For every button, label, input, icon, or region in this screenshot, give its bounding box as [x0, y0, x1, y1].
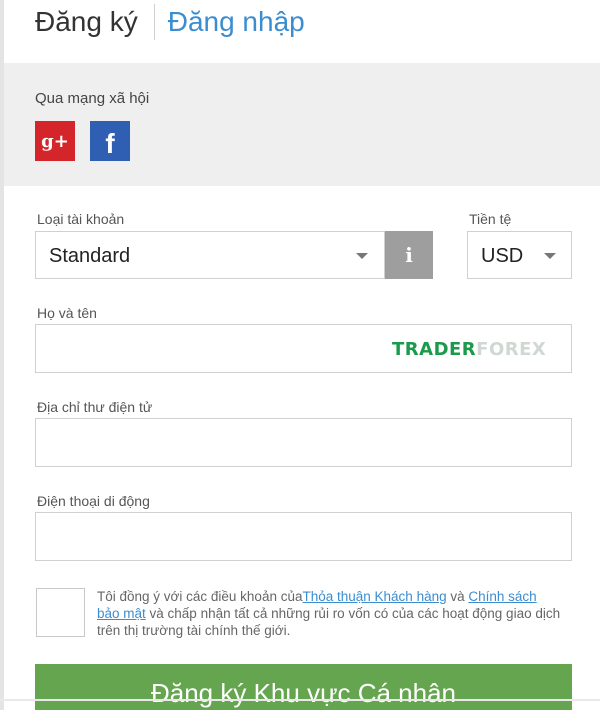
terms-text: Tôi đồng ý với các điều khoản củaThỏa th… — [97, 588, 562, 639]
currency-label: Tiền tệ — [469, 211, 512, 227]
terms-text-and: và — [446, 589, 469, 604]
account-type-value: Standard — [49, 245, 131, 267]
tab-login[interactable]: Đăng nhập — [168, 6, 305, 38]
google-plus-button[interactable]: g+ — [35, 121, 75, 161]
google-plus-icon: g+ — [41, 130, 69, 152]
terms-text-before: Tôi đồng ý với các điều khoản của — [97, 589, 303, 604]
email-field[interactable] — [35, 418, 572, 467]
tab-register[interactable]: Đăng ký — [35, 6, 138, 38]
facebook-button[interactable]: f — [90, 121, 130, 161]
info-button[interactable]: i — [385, 231, 433, 279]
email-label: Địa chỉ thư điện tử — [37, 399, 153, 415]
register-submit-button[interactable]: Đăng ký Khu vực Cá nhân — [35, 664, 572, 710]
social-login-section: Qua mạng xã hội g+ f — [4, 63, 600, 186]
full-name-label: Họ và tên — [37, 305, 97, 321]
auth-tabs: Đăng ký Đăng nhập — [35, 2, 305, 42]
customer-agreement-link[interactable]: Thỏa thuận Khách hàng — [302, 589, 446, 604]
account-type-label: Loại tài khoản — [37, 211, 125, 227]
watermark-part2: FOREX — [476, 339, 547, 360]
currency-select[interactable]: USD — [467, 231, 572, 279]
phone-label: Điện thoại di động — [37, 493, 150, 509]
bottom-divider — [0, 699, 600, 701]
chevron-down-icon — [544, 253, 556, 259]
social-label: Qua mạng xã hội — [35, 90, 150, 107]
watermark-logo: TRADERFOREX — [392, 339, 546, 360]
terms-text-after: và chấp nhận tất cả những rủi ro vốn có … — [97, 606, 561, 638]
watermark-part1: TRADER — [392, 339, 477, 360]
account-type-select[interactable]: Standard — [35, 231, 385, 279]
chevron-down-icon — [356, 253, 368, 259]
tab-separator — [153, 4, 155, 40]
register-submit-label: Đăng ký Khu vực Cá nhân — [150, 678, 457, 708]
info-icon: i — [405, 243, 413, 267]
currency-value: USD — [481, 245, 524, 267]
terms-checkbox[interactable] — [36, 588, 85, 637]
phone-field[interactable] — [35, 512, 572, 561]
facebook-icon: f — [105, 128, 115, 159]
